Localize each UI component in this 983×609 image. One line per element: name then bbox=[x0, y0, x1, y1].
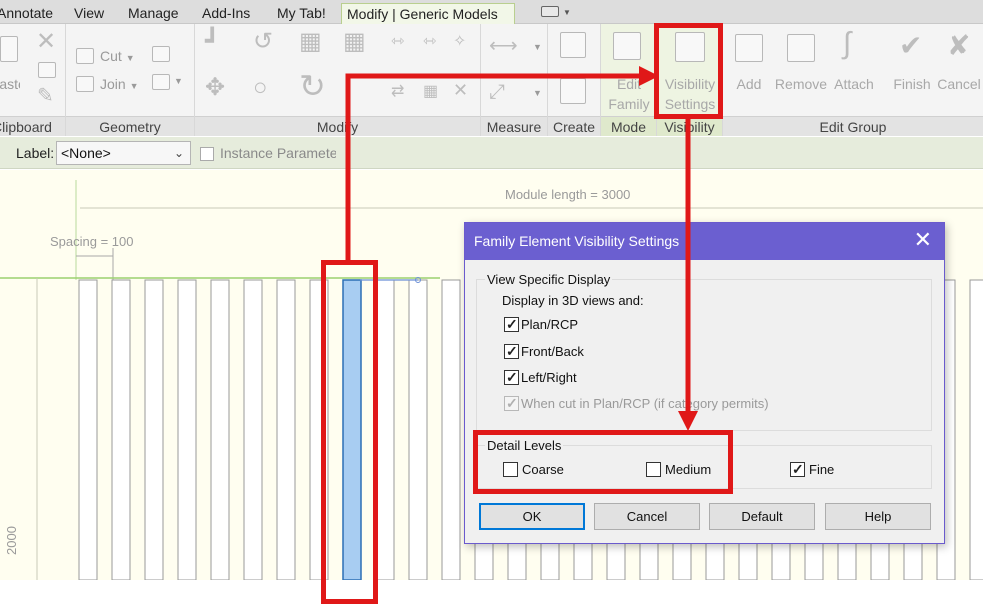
callout-arrows bbox=[345, 66, 698, 431]
arrow-to-visibility-settings bbox=[345, 66, 659, 262]
